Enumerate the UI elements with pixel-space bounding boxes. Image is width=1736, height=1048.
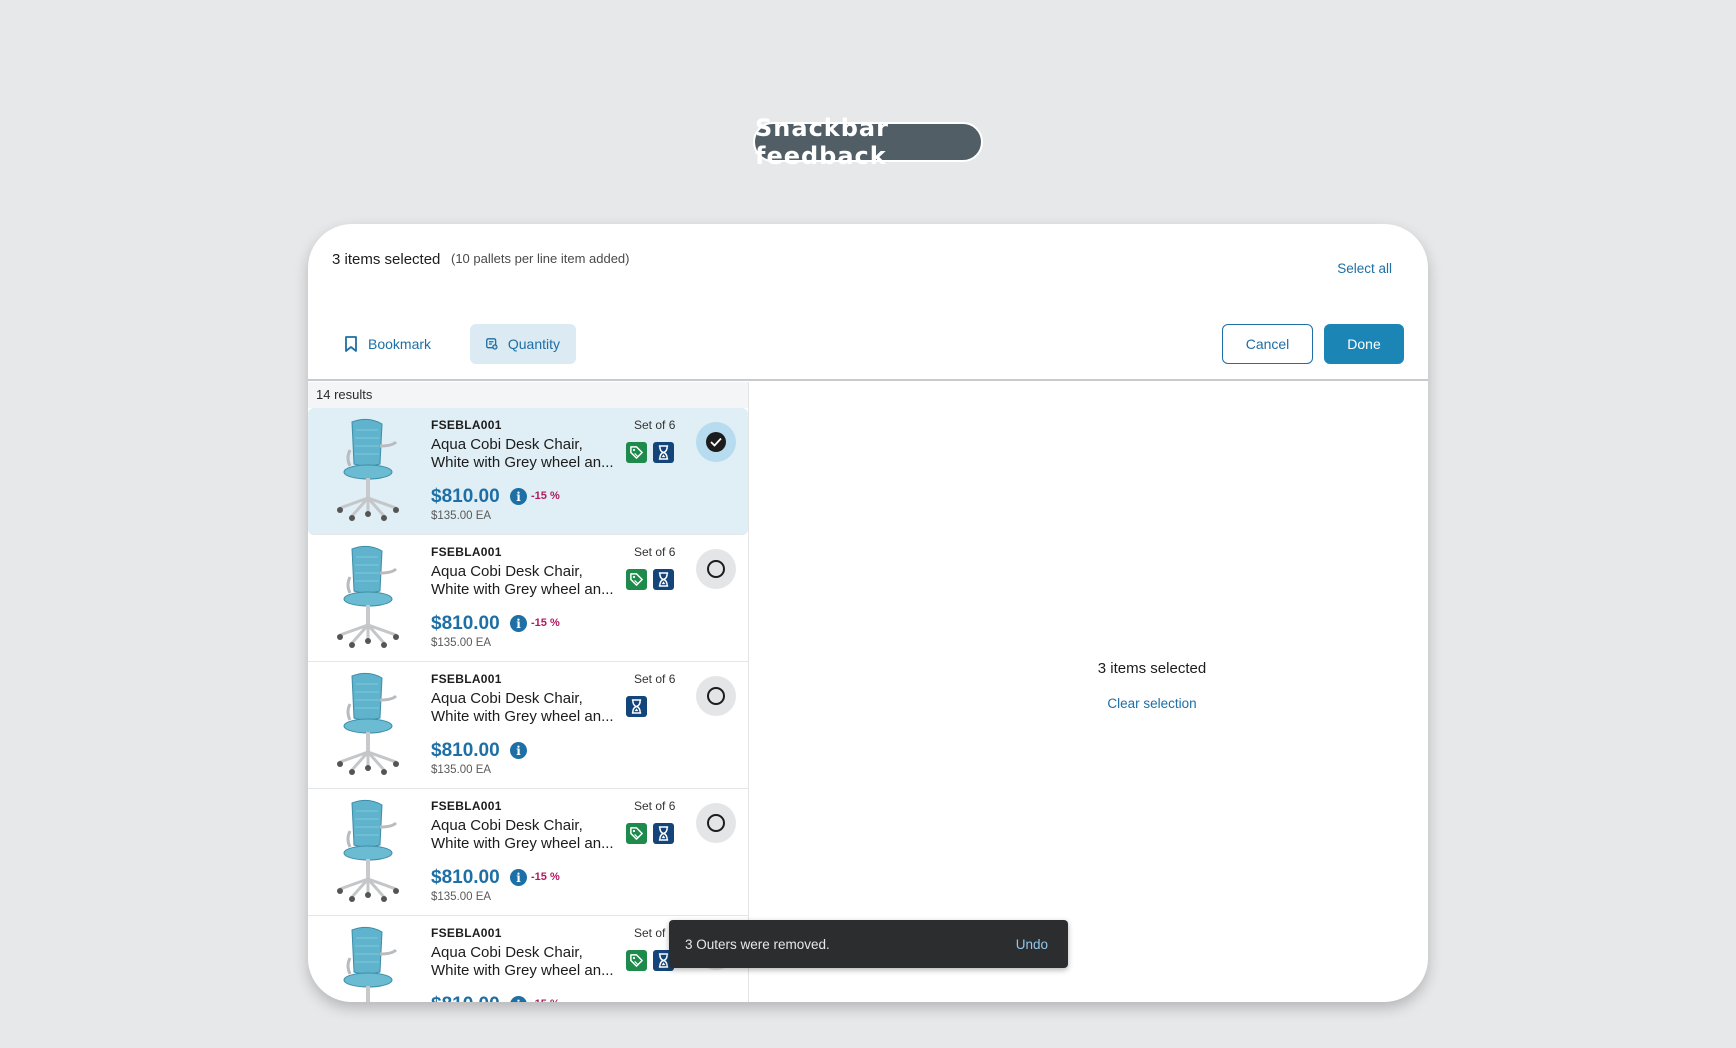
bookmark-label: Bookmark [368,336,432,352]
product-price: $810.00 [431,740,500,761]
product-badges [626,696,647,717]
tag-icon [626,823,647,844]
selection-summary: 3 items selected [1097,660,1207,677]
radio-ring [707,560,725,578]
snackbar-message: 3 Outers were removed. [685,936,830,952]
product-sku: FSEBLA001 [431,545,502,559]
product-name: Aqua Cobi Desk Chair, White with Grey whe… [431,436,614,471]
product-badges [626,950,674,971]
product-card[interactable]: FSEBLA001 Set of 6 Aqua Cobi Desk Chair,… [308,789,748,916]
undo-button[interactable]: Undo [1016,937,1048,952]
select-radio[interactable] [696,803,736,843]
chair-image [337,418,399,521]
product-set-size: Set of 6 [634,672,676,686]
select-radio[interactable] [696,549,736,589]
product-badges [626,442,674,463]
tag-icon [626,950,647,971]
selected-note: (10 pallets per line item added) [451,251,630,266]
product-set-size: Set of 6 [634,418,676,432]
quantity-add-icon [486,338,498,350]
product-sku: FSEBLA001 [431,418,502,432]
select-radio[interactable] [696,676,736,716]
product-card[interactable]: FSEBLA001 Set of 6 Aqua Cobi Desk Chair,… [308,408,748,535]
selected-count: 3 items selected [332,251,441,268]
chair-image [337,672,399,775]
bookmark-button[interactable]: Bookmark [330,324,445,364]
info-icon[interactable]: i [510,615,527,632]
clear-selection-link[interactable]: Clear selection [902,696,1402,711]
discount-label: -15 % [531,871,560,883]
product-set-size: Set of 6 [634,799,676,813]
hourglass-icon [653,442,674,463]
discount-label: -15 % [531,998,560,1002]
product-sku: FSEBLA001 [431,672,502,686]
tag-icon [626,442,647,463]
product-name: Aqua Cobi Desk Chair, White with Grey whe… [431,817,614,852]
product-sku: FSEBLA001 [431,799,502,813]
checkmark-icon [706,432,726,452]
results-count: 14 results [308,382,748,408]
quantity-label: Quantity [507,336,560,352]
tag-icon [626,569,647,590]
chair-image [343,926,398,1002]
unit-price: $135.00 EA [431,637,492,649]
product-name: Aqua Cobi Desk Chair, White with Grey whe… [431,563,614,598]
unit-price: $135.00 EA [431,891,492,903]
product-set-size: Set of 6 [634,545,676,559]
chair-image [337,545,399,648]
product-price: $810.00 [431,486,500,507]
quantity-button[interactable]: Quantity [470,324,576,364]
select-all-link[interactable]: Select all [1337,261,1392,276]
radio-ring [707,814,725,832]
info-icon[interactable]: i [510,488,527,505]
product-card[interactable]: FSEBLA001 Set of 6 Aqua Cobi Desk Chair,… [308,535,748,662]
product-badges [626,823,674,844]
header-divider [308,379,1428,381]
select-radio[interactable] [696,422,736,462]
product-badges [626,569,674,590]
unit-price: $135.00 EA [431,764,492,776]
product-name: Aqua Cobi Desk Chair, White with Grey whe… [431,690,614,725]
hourglass-icon [626,696,647,717]
product-name: Aqua Cobi Desk Chair, White with Grey whe… [431,944,614,979]
tablet-frame: 3 items selected (10 pallets per line it… [308,224,1428,1002]
chair-image [337,799,399,902]
info-icon[interactable]: i [510,742,527,759]
done-button[interactable]: Done [1324,324,1404,364]
snackbar-feedback-label: Snackbar feedback [753,114,983,170]
snackbar: 3 Outers were removed. Undo [669,920,1068,968]
product-price: $810.00 [431,867,500,888]
product-price: $810.00 [431,613,500,634]
discount-label: -15 % [531,490,560,502]
info-icon[interactable]: i [510,869,527,886]
product-sku: FSEBLA001 [431,926,502,940]
product-list-panel[interactable]: 14 results FSEBLA001 Set of 6 Aqua Cobi … [308,382,749,1002]
radio-ring [707,687,725,705]
product-card[interactable]: FSEBLA001 Set of 6 Aqua Cobi Desk Chair,… [308,662,748,789]
discount-label: -15 % [531,617,560,629]
hourglass-icon [653,569,674,590]
info-icon[interactable]: i [510,996,527,1002]
hourglass-icon [653,823,674,844]
product-price: $810.00 [431,994,500,1002]
unit-price: $135.00 EA [431,510,492,522]
cancel-button[interactable]: Cancel [1222,324,1313,364]
bookmark-icon [345,336,357,352]
